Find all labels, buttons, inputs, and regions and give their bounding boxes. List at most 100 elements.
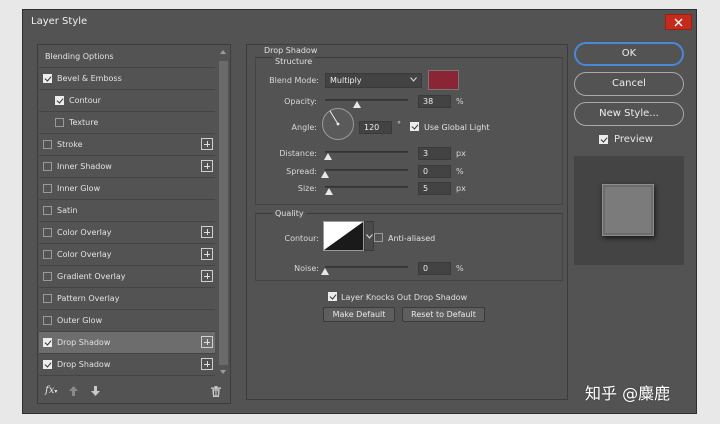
style-row[interactable]: Bevel & Emboss xyxy=(39,68,215,90)
new-style-button[interactable]: New Style... xyxy=(574,102,684,126)
style-row[interactable]: Color Overlay xyxy=(39,244,215,266)
noise-slider[interactable] xyxy=(325,266,408,268)
layer-knocks-out-checkbox[interactable] xyxy=(328,292,337,301)
add-effect-plus-icon[interactable] xyxy=(201,358,213,370)
reset-to-default-button[interactable]: Reset to Default xyxy=(402,307,485,322)
style-row-label: Drop Shadow xyxy=(57,360,111,369)
style-row-checkbox[interactable] xyxy=(43,294,52,303)
move-down-icon[interactable] xyxy=(91,386,100,396)
style-row[interactable]: Gradient Overlay xyxy=(39,266,215,288)
style-row-label: Inner Glow xyxy=(57,184,101,193)
style-row-label: Color Overlay xyxy=(57,250,112,259)
distance-slider[interactable] xyxy=(325,151,408,153)
trash-icon[interactable] xyxy=(211,386,221,397)
style-row[interactable]: Pattern Overlay xyxy=(39,288,215,310)
opacity-slider[interactable] xyxy=(325,99,408,101)
close-button[interactable] xyxy=(665,14,692,30)
structure-title: Structure xyxy=(273,57,315,66)
title-bar: Layer Style xyxy=(23,10,696,34)
style-row[interactable]: Outer Glow xyxy=(39,310,215,332)
style-row[interactable]: Drop Shadow xyxy=(39,354,215,376)
style-row-checkbox[interactable] xyxy=(55,118,64,127)
size-slider-thumb[interactable] xyxy=(325,188,333,195)
style-row[interactable]: Blending Options xyxy=(39,46,215,68)
size-slider[interactable] xyxy=(325,186,408,188)
opacity-unit: % xyxy=(456,97,464,106)
spread-slider-thumb[interactable] xyxy=(321,171,329,178)
style-row-label: Satin xyxy=(57,206,78,215)
contour-picker[interactable] xyxy=(323,221,364,251)
angle-field[interactable]: 120 xyxy=(359,121,392,134)
style-row-checkbox[interactable] xyxy=(43,316,52,325)
noise-field[interactable]: 0 xyxy=(418,262,451,275)
scroll-down-icon[interactable] xyxy=(220,370,226,374)
blend-mode-label: Blend Mode: xyxy=(269,76,319,85)
chevron-down-icon xyxy=(410,77,417,82)
watermark: 知乎 @麋鹿 xyxy=(585,384,671,403)
blend-mode-value: Multiply xyxy=(330,76,362,85)
distance-unit: px xyxy=(456,149,466,158)
scroll-up-icon[interactable] xyxy=(220,50,226,54)
styles-bottom-toolbar: fx▾ xyxy=(38,379,230,403)
style-row[interactable]: Inner Glow xyxy=(39,178,215,200)
style-row-checkbox[interactable] xyxy=(43,250,52,259)
style-row-checkbox[interactable] xyxy=(43,184,52,193)
spread-field[interactable]: 0 xyxy=(418,165,451,178)
distance-slider-thumb[interactable] xyxy=(324,153,332,160)
blend-mode-dropdown[interactable]: Multiply xyxy=(325,73,422,88)
style-row-label: Inner Shadow xyxy=(57,162,112,171)
spread-unit: % xyxy=(456,167,464,176)
style-row-checkbox[interactable] xyxy=(43,140,52,149)
size-field[interactable]: 5 xyxy=(418,182,451,195)
ok-button[interactable]: OK xyxy=(574,42,684,66)
add-effect-plus-icon[interactable] xyxy=(201,138,213,150)
use-global-light-checkbox[interactable] xyxy=(410,122,419,131)
style-row[interactable]: Texture xyxy=(39,112,215,134)
style-row-checkbox[interactable] xyxy=(43,228,52,237)
add-effect-plus-icon[interactable] xyxy=(201,336,213,348)
style-row-checkbox[interactable] xyxy=(43,272,52,281)
anti-aliased-checkbox[interactable] xyxy=(374,233,383,242)
make-default-button[interactable]: Make Default xyxy=(323,307,395,322)
style-row-label: Gradient Overlay xyxy=(57,272,126,281)
fx-button[interactable]: fx▾ xyxy=(45,385,57,396)
chevron-down-icon xyxy=(366,234,373,239)
distance-field[interactable]: 3 xyxy=(418,147,451,160)
style-row-label: Texture xyxy=(69,118,99,127)
fx-label: fx xyxy=(45,385,55,396)
style-row-checkbox[interactable] xyxy=(43,162,52,171)
style-row[interactable]: Contour xyxy=(39,90,215,112)
style-row-label: Contour xyxy=(69,96,101,105)
style-row-checkbox[interactable] xyxy=(55,96,64,105)
add-effect-plus-icon[interactable] xyxy=(201,160,213,172)
angle-unit: ° xyxy=(397,120,401,129)
add-effect-plus-icon[interactable] xyxy=(201,248,213,260)
layer-knocks-out-label: Layer Knocks Out Drop Shadow xyxy=(341,293,468,302)
style-row-checkbox[interactable] xyxy=(43,338,52,347)
use-global-light-label: Use Global Light xyxy=(424,123,490,132)
fx-dropdown-icon: ▾ xyxy=(54,388,58,395)
style-row[interactable]: Inner Shadow xyxy=(39,156,215,178)
opacity-field[interactable]: 38 xyxy=(418,95,451,108)
scrollbar-thumb[interactable] xyxy=(219,61,228,365)
style-row[interactable]: Satin xyxy=(39,200,215,222)
style-row-checkbox[interactable] xyxy=(43,360,52,369)
spread-slider[interactable] xyxy=(325,169,408,171)
style-row-checkbox[interactable] xyxy=(43,206,52,215)
style-row-checkbox[interactable] xyxy=(43,74,52,83)
style-row[interactable]: Drop Shadow xyxy=(39,332,215,354)
add-effect-plus-icon[interactable] xyxy=(201,270,213,282)
noise-unit: % xyxy=(456,264,464,273)
contour-dropdown-button[interactable] xyxy=(364,221,374,251)
style-row[interactable]: Color Overlay xyxy=(39,222,215,244)
angle-dial[interactable] xyxy=(321,107,355,141)
shadow-color-swatch[interactable] xyxy=(428,70,459,90)
preview-checkbox[interactable] xyxy=(599,135,608,144)
add-effect-plus-icon[interactable] xyxy=(201,226,213,238)
style-row[interactable]: Stroke xyxy=(39,134,215,156)
style-row-label: Drop Shadow xyxy=(57,338,111,347)
move-up-icon[interactable] xyxy=(69,386,78,396)
style-row-label: Pattern Overlay xyxy=(57,294,120,303)
noise-slider-thumb[interactable] xyxy=(321,268,329,275)
cancel-button[interactable]: Cancel xyxy=(574,72,684,96)
